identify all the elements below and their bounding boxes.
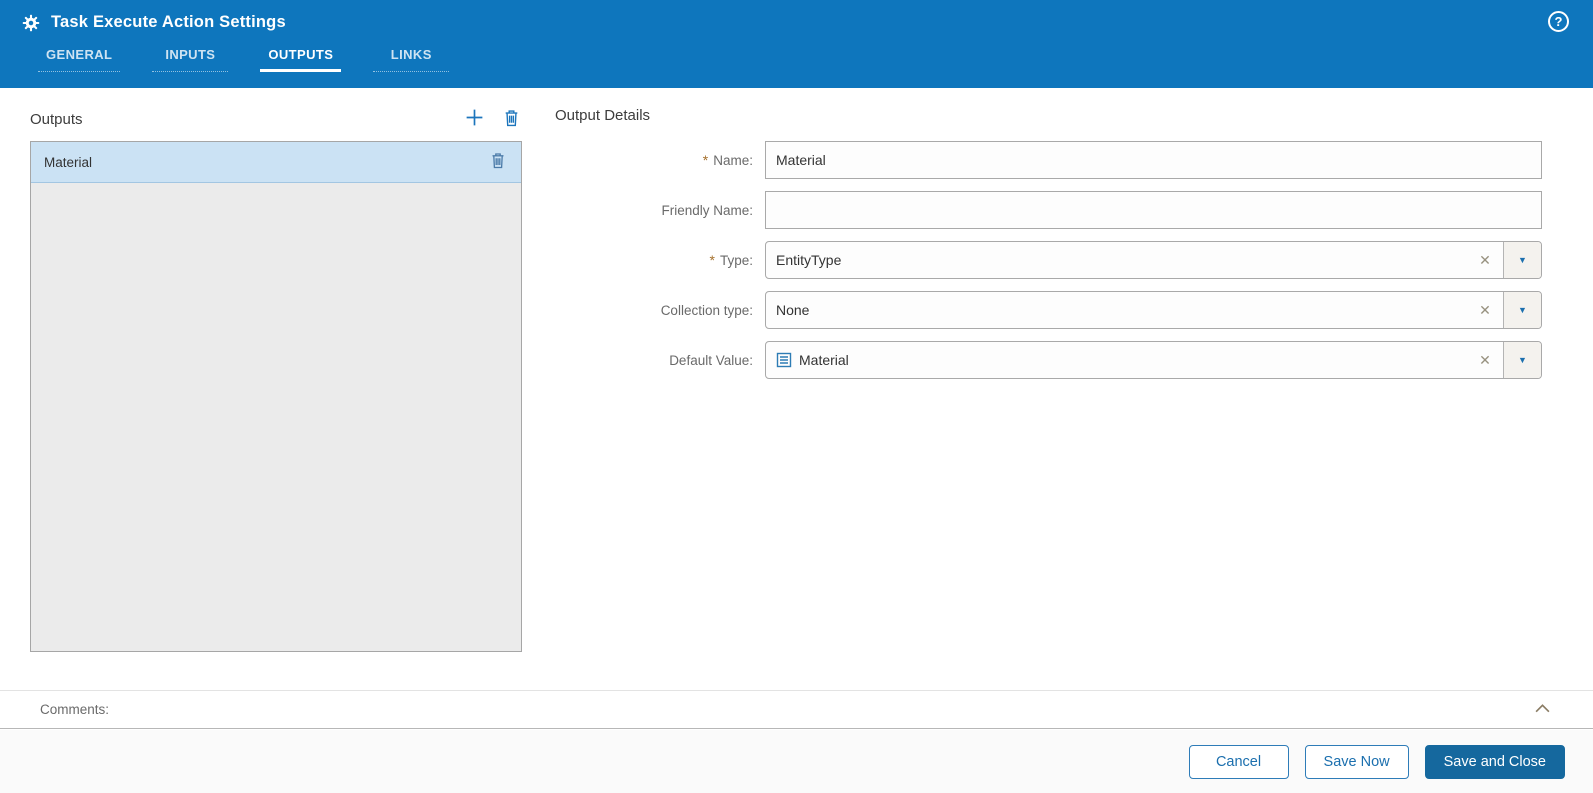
- required-marker: *: [709, 252, 715, 268]
- name-label: * Name:: [702, 152, 753, 168]
- trash-icon: [490, 152, 506, 172]
- clear-icon[interactable]: ✕: [1467, 242, 1503, 278]
- name-row: * Name:: [555, 141, 1542, 179]
- help-glyph: ?: [1554, 14, 1563, 29]
- dialog-title: Task Execute Action Settings: [51, 13, 286, 31]
- delete-outputs-button[interactable]: [501, 107, 522, 132]
- type-label: * Type:: [709, 252, 753, 268]
- chevron-down-icon[interactable]: ▼: [1503, 242, 1541, 278]
- default-value-text: Material: [799, 352, 849, 368]
- collection-type-combobox[interactable]: None ✕ ▼: [765, 291, 1542, 329]
- default-value-label: Default Value:: [669, 352, 753, 368]
- collection-type-row: Collection type: None ✕ ▼: [555, 291, 1542, 329]
- outputs-panel: Outputs Material: [30, 103, 522, 652]
- dialog-header: Task Execute Action Settings ? GENERAL I…: [0, 0, 1593, 88]
- chevron-up-icon: [1534, 702, 1551, 717]
- list-item-label: Material: [44, 154, 93, 170]
- collection-type-value: None: [776, 302, 810, 318]
- tab-outputs[interactable]: OUTPUTS: [260, 47, 342, 72]
- friendly-name-row: Friendly Name:: [555, 191, 1542, 229]
- save-and-close-button[interactable]: Save and Close: [1424, 744, 1565, 779]
- outputs-panel-title: Outputs: [30, 110, 83, 128]
- output-details-panel: Output Details *Name: Friendly Name: *Ty…: [555, 103, 1542, 391]
- required-marker: *: [702, 152, 709, 168]
- delete-item-button[interactable]: [488, 150, 508, 174]
- comments-label: Comments:: [40, 702, 110, 717]
- trash-icon: [503, 109, 520, 130]
- chevron-down-icon[interactable]: ▼: [1503, 292, 1541, 328]
- collection-type-label: Collection type:: [660, 302, 753, 318]
- save-now-button[interactable]: Save Now: [1304, 744, 1409, 779]
- list-item[interactable]: Material: [31, 142, 521, 183]
- friendly-name-label: Friendly Name:: [661, 202, 753, 218]
- default-value-combobox[interactable]: Material ✕ ▼: [765, 341, 1542, 379]
- add-output-button[interactable]: [462, 105, 487, 133]
- plus-icon: [464, 107, 485, 131]
- name-input[interactable]: [765, 141, 1542, 179]
- entity-list-icon: [776, 352, 792, 368]
- cancel-button[interactable]: Cancel: [1188, 744, 1289, 779]
- type-value: EntityType: [776, 252, 842, 268]
- outputs-list: Material: [30, 141, 522, 652]
- tab-general[interactable]: GENERAL: [38, 47, 121, 72]
- tab-links[interactable]: LINKS: [373, 47, 450, 72]
- clear-icon[interactable]: ✕: [1467, 292, 1503, 328]
- default-value-row: Default Value: Material ✕ ▼: [555, 341, 1542, 379]
- friendly-name-input[interactable]: [765, 191, 1542, 229]
- clear-icon[interactable]: ✕: [1467, 342, 1503, 378]
- type-row: * Type: EntityType ✕ ▼: [555, 241, 1542, 279]
- footer: Cancel Save Now Save and Close: [0, 730, 1593, 793]
- help-icon[interactable]: ?: [1548, 11, 1569, 32]
- comments-bar: Comments:: [0, 690, 1593, 729]
- type-combobox[interactable]: EntityType ✕ ▼: [765, 241, 1542, 279]
- chevron-down-icon[interactable]: ▼: [1503, 342, 1541, 378]
- tab-bar: GENERAL INPUTS OUTPUTS LINKS: [38, 47, 450, 72]
- tab-inputs[interactable]: INPUTS: [152, 47, 229, 72]
- gear-icon: [22, 14, 40, 32]
- output-details-title: Output Details: [555, 107, 651, 124]
- collapse-comments-button[interactable]: [1534, 702, 1551, 717]
